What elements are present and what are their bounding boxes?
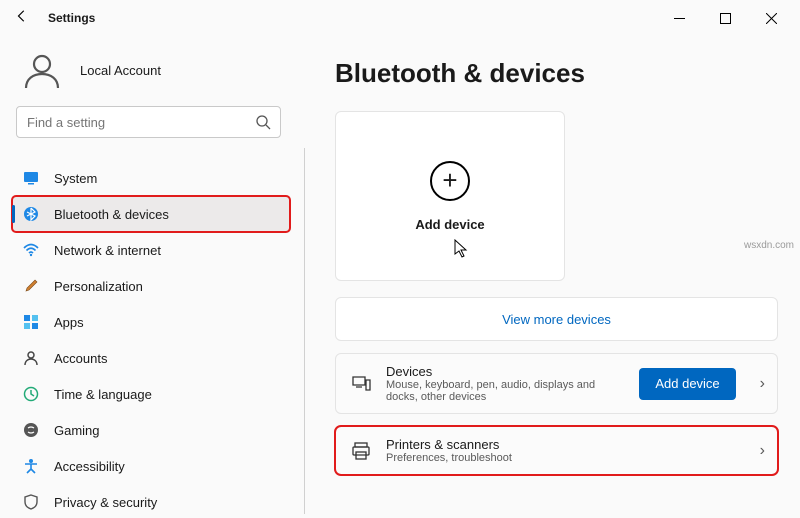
nav-accounts[interactable]: Accounts — [12, 340, 290, 376]
nav-label: Accessibility — [54, 459, 125, 474]
nav-privacy[interactable]: Privacy & security — [12, 484, 290, 518]
accessibility-icon — [22, 458, 40, 474]
page-heading: Bluetooth & devices — [335, 58, 778, 89]
nav-bluetooth[interactable]: Bluetooth & devices — [12, 196, 290, 232]
titlebar: Settings — [0, 0, 800, 36]
user-icon — [22, 350, 40, 366]
nav-personalization[interactable]: Personalization — [12, 268, 290, 304]
system-icon — [22, 170, 40, 186]
maximize-button[interactable] — [702, 3, 748, 33]
nav-label: Bluetooth & devices — [54, 207, 169, 222]
chevron-right-icon: › — [760, 375, 765, 393]
printers-title: Printers & scanners — [386, 437, 736, 452]
printer-icon — [350, 440, 372, 462]
printers-subtitle: Preferences, troubleshoot — [386, 452, 736, 464]
nav-time[interactable]: Time & language — [12, 376, 290, 412]
add-device-button[interactable]: Add device — [639, 368, 735, 400]
devices-row[interactable]: Devices Mouse, keyboard, pen, audio, dis… — [335, 353, 778, 414]
nav-label: Apps — [54, 315, 84, 330]
watermark: wsxdn.com — [744, 240, 794, 251]
devices-title: Devices — [386, 364, 625, 379]
gaming-icon — [22, 422, 40, 438]
nav-accessibility[interactable]: Accessibility — [12, 448, 290, 484]
close-button[interactable] — [748, 3, 794, 33]
nav-gaming[interactable]: Gaming — [12, 412, 290, 448]
nav-label: Time & language — [54, 387, 152, 402]
minimize-button[interactable] — [656, 3, 702, 33]
account-name: Local Account — [80, 63, 161, 78]
add-device-card[interactable]: + Add device — [335, 111, 565, 281]
nav-label: Privacy & security — [54, 495, 157, 510]
nav-label: Personalization — [54, 279, 143, 294]
window-title: Settings — [48, 11, 95, 25]
search-input[interactable] — [16, 106, 281, 138]
nav-label: System — [54, 171, 97, 186]
search-icon — [255, 114, 271, 133]
nav-list: System Bluetooth & devices Network & int… — [12, 160, 304, 518]
bluetooth-icon — [22, 206, 40, 222]
wifi-icon — [22, 242, 40, 258]
brush-icon — [22, 278, 40, 294]
nav-label: Gaming — [54, 423, 100, 438]
add-device-label: Add device — [415, 217, 484, 232]
apps-icon — [22, 314, 40, 330]
nav-label: Network & internet — [54, 243, 161, 258]
printers-row[interactable]: Printers & scanners Preferences, trouble… — [335, 426, 778, 475]
nav-label: Accounts — [54, 351, 107, 366]
devices-icon — [350, 373, 372, 395]
plus-icon: + — [430, 161, 470, 201]
chevron-right-icon: › — [760, 442, 765, 460]
back-button[interactable] — [12, 9, 32, 28]
sidebar: Local Account System Bluetooth & devices — [0, 36, 305, 518]
view-more-label: View more devices — [502, 312, 611, 327]
cursor-icon — [454, 239, 470, 262]
clock-icon — [22, 386, 40, 402]
search-box[interactable] — [16, 106, 281, 138]
nav-system[interactable]: System — [12, 160, 290, 196]
account-block[interactable]: Local Account — [12, 42, 305, 106]
content-pane: Bluetooth & devices + Add device View mo… — [305, 36, 800, 518]
nav-apps[interactable]: Apps — [12, 304, 290, 340]
shield-icon — [22, 494, 40, 510]
nav-network[interactable]: Network & internet — [12, 232, 290, 268]
devices-subtitle: Mouse, keyboard, pen, audio, displays an… — [386, 379, 625, 403]
view-more-devices[interactable]: View more devices — [335, 297, 778, 341]
avatar-icon — [20, 48, 64, 92]
